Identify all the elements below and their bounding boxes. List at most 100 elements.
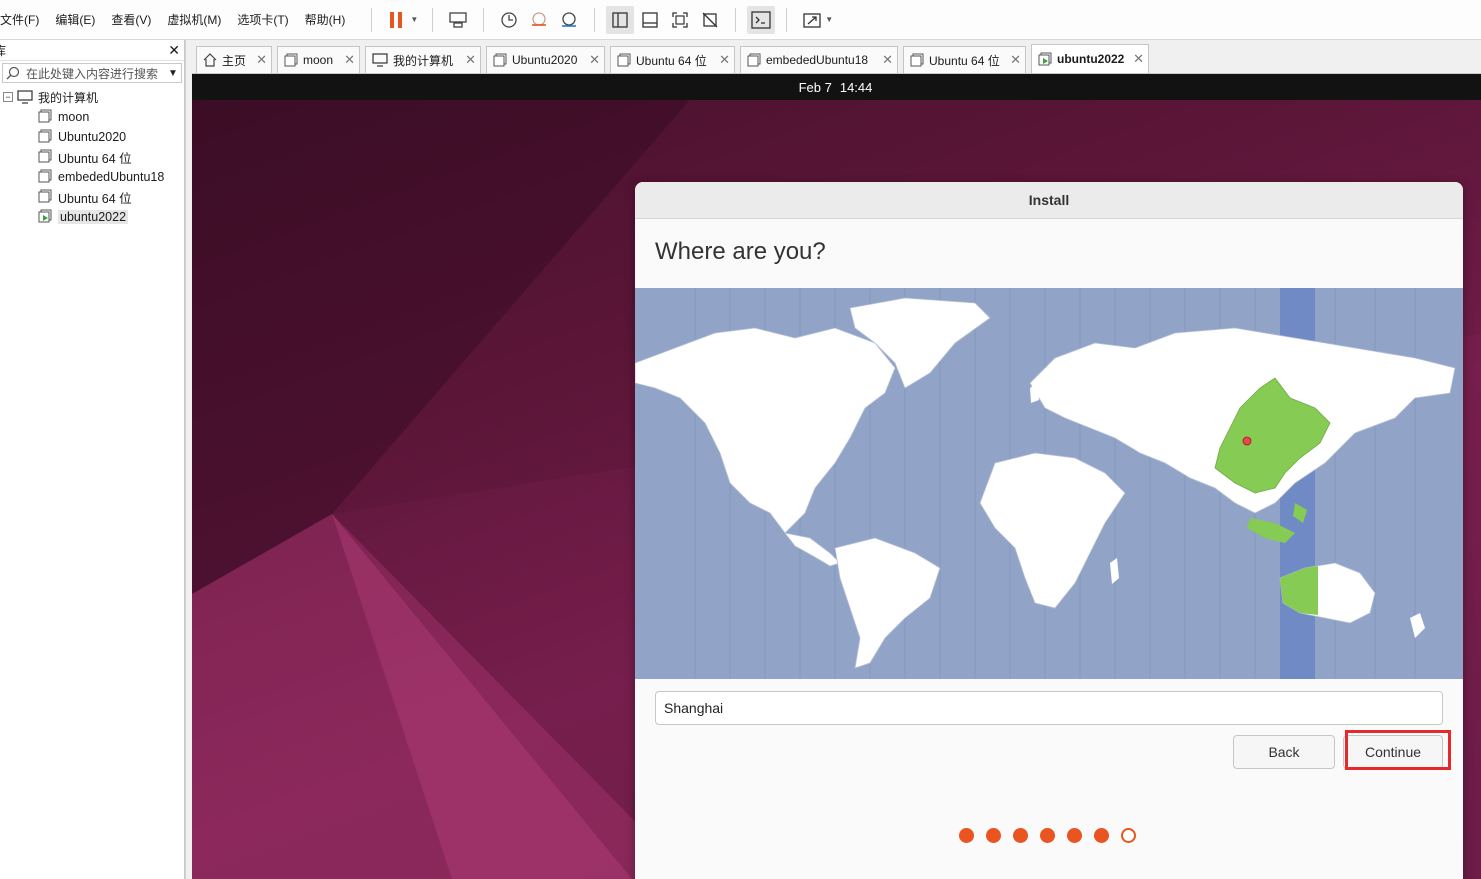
vm-icon	[38, 169, 52, 186]
tree-item-label: Ubuntu 64 位	[58, 151, 132, 166]
vm-running-icon	[38, 209, 52, 226]
full-screen-icon[interactable]	[666, 6, 694, 34]
tree-item-label: Ubuntu2020	[58, 130, 127, 144]
tree-root-label: 我的计算机	[38, 90, 99, 105]
timezone-map[interactable]	[635, 288, 1463, 679]
vm-icon	[493, 53, 507, 67]
gnome-top-bar: Feb 7 14:44	[192, 74, 1481, 100]
revert-snapshot-icon[interactable]	[525, 6, 553, 34]
menu-help[interactable]: 帮助(H)	[305, 11, 354, 28]
vm-running-icon	[1038, 52, 1052, 66]
library-title: 库	[0, 43, 7, 58]
progress-dots	[959, 828, 1148, 843]
progress-dot-filled	[1040, 828, 1055, 843]
tab-strip: 主页 ✕ moon ✕ 我的计算机 ✕ Ubuntu2020 ✕ Ubuntu …	[192, 40, 1481, 74]
menu-edit[interactable]: 编辑(E)	[55, 11, 103, 28]
tree-item-ubuntu2020[interactable]: Ubuntu2020	[0, 127, 184, 147]
tab-home[interactable]: 主页 ✕	[196, 46, 272, 73]
installer-titlebar[interactable]: Install	[635, 182, 1463, 219]
chevron-down-icon[interactable]: ▼	[410, 15, 418, 24]
progress-dot-filled	[1067, 828, 1082, 843]
home-icon	[203, 53, 217, 67]
close-icon[interactable]: ✕	[1133, 51, 1144, 67]
tab-ubuntu-64-2[interactable]: Ubuntu 64 位 ✕	[903, 46, 1026, 73]
installer-title: Install	[1028, 192, 1070, 208]
close-icon[interactable]: ✕	[168, 42, 180, 59]
tab-label: Ubuntu 64 位	[929, 53, 1000, 68]
continue-button[interactable]: Continue	[1343, 735, 1443, 769]
snapshot-icon[interactable]	[495, 6, 523, 34]
search-icon	[6, 66, 20, 80]
thumbnail-bar-icon[interactable]	[636, 6, 664, 34]
menu-file[interactable]: 文件(F)	[0, 11, 47, 28]
vm-icon	[38, 109, 52, 126]
tree-item-ubuntu-64[interactable]: Ubuntu 64 位	[0, 147, 184, 167]
menu-vm[interactable]: 虚拟机(M)	[167, 11, 229, 28]
tree-root-my-computer[interactable]: − 我的计算机	[0, 87, 184, 107]
progress-dot-filled	[1094, 828, 1109, 843]
pane-splitter[interactable]	[185, 40, 192, 879]
close-icon[interactable]: ✕	[589, 52, 600, 68]
timezone-input[interactable]: Shanghai	[655, 691, 1443, 725]
location-pin-icon[interactable]	[1242, 436, 1252, 446]
tab-label: ubuntu2022	[1057, 52, 1125, 66]
toolbar-divider	[786, 7, 788, 32]
clock-date[interactable]: Feb 7	[799, 80, 832, 95]
tab-label: Ubuntu2020	[512, 53, 578, 67]
console-icon[interactable]	[747, 5, 776, 34]
menu-toolbar: 文件(F) 编辑(E) 查看(V) 虚拟机(M) 选项卡(T) 帮助(H) ▼ …	[0, 0, 1481, 40]
close-icon[interactable]: ✕	[882, 52, 893, 68]
tab-ubuntu2020[interactable]: Ubuntu2020 ✕	[486, 46, 605, 73]
manage-snapshots-icon[interactable]	[555, 6, 583, 34]
tab-embededubuntu18[interactable]: embededUbuntu18 ✕	[740, 46, 898, 73]
close-icon[interactable]: ✕	[256, 52, 267, 68]
vm-icon	[38, 129, 52, 146]
progress-dot-filled	[986, 828, 1001, 843]
computer-icon	[372, 53, 388, 67]
timezone-value: Shanghai	[664, 700, 724, 716]
progress-dot-empty	[1121, 828, 1136, 843]
tree-item-moon[interactable]: moon	[0, 107, 184, 127]
toolbar-divider	[594, 7, 596, 32]
vm-icon	[910, 53, 924, 67]
tree-item-label: Ubuntu 64 位	[58, 191, 132, 206]
tree-item-label: moon	[58, 110, 90, 124]
collapse-icon[interactable]: −	[3, 92, 13, 102]
tree-item-ubuntu2022[interactable]: ubuntu2022	[0, 207, 184, 227]
show-library-icon[interactable]	[606, 5, 635, 34]
vm-icon	[38, 149, 52, 166]
tab-label: embededUbuntu18	[766, 53, 869, 67]
tree-item-embededubuntu18[interactable]: embededUbuntu18	[0, 167, 184, 187]
vm-icon	[38, 189, 52, 206]
tab-ubuntu2022[interactable]: ubuntu2022 ✕	[1031, 44, 1149, 73]
back-button[interactable]: Back	[1233, 735, 1335, 769]
tab-my-computer[interactable]: 我的计算机 ✕	[365, 46, 481, 73]
toolbar-divider	[483, 7, 485, 32]
tab-ubuntu-64[interactable]: Ubuntu 64 位 ✕	[610, 46, 735, 73]
tab-label: 主页	[222, 53, 247, 68]
close-icon[interactable]: ✕	[344, 52, 355, 68]
continue-label: Continue	[1364, 744, 1422, 760]
clock-time[interactable]: 14:44	[840, 80, 873, 95]
pause-icon[interactable]	[383, 6, 411, 34]
library-header: 库 ✕	[0, 40, 184, 61]
toolbar-divider	[371, 7, 373, 32]
chevron-down-icon[interactable]: ▼	[165, 68, 181, 79]
close-icon[interactable]: ✕	[1010, 52, 1021, 68]
tree-item-label: embededUbuntu18	[58, 170, 165, 184]
tab-moon[interactable]: moon ✕	[277, 46, 360, 73]
vm-display[interactable]: Feb 7 14:44 Install Where are you? Shang…	[192, 74, 1481, 879]
close-icon[interactable]: ✕	[719, 52, 730, 68]
stretch-icon[interactable]	[798, 6, 826, 34]
send-keys-icon[interactable]	[444, 6, 472, 34]
menu-tabs[interactable]: 选项卡(T)	[237, 11, 296, 28]
library-search-input[interactable]: 在此处键入内容进行搜索 ▼	[2, 63, 182, 83]
tree-item-ubuntu-64-2[interactable]: Ubuntu 64 位	[0, 187, 184, 207]
chevron-down-icon[interactable]: ▼	[825, 15, 833, 24]
unity-icon[interactable]	[696, 6, 724, 34]
toolbar-divider	[432, 7, 434, 32]
vm-icon	[284, 53, 298, 67]
menu-view[interactable]: 查看(V)	[111, 11, 159, 28]
close-icon[interactable]: ✕	[465, 52, 476, 68]
tab-label: 我的计算机	[393, 53, 454, 68]
